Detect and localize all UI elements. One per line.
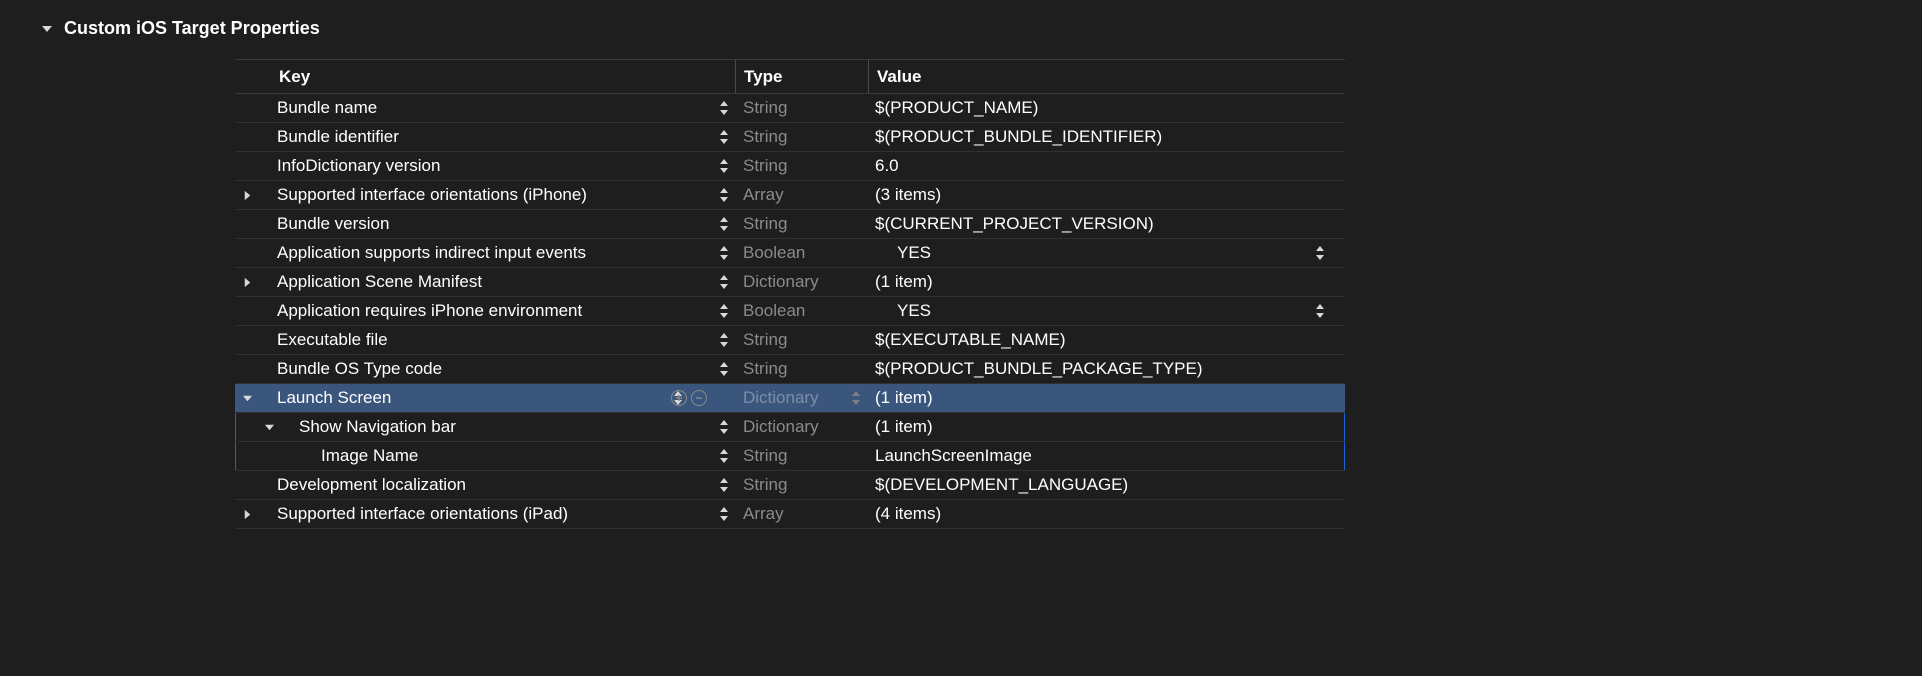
- stepper-icon[interactable]: [719, 101, 729, 115]
- plist-value[interactable]: LaunchScreenImage: [875, 446, 1032, 466]
- plist-type[interactable]: Boolean: [743, 301, 805, 321]
- stepper-icon[interactable]: [719, 188, 729, 202]
- chevron-down-icon: [40, 22, 54, 36]
- plist-key[interactable]: Supported interface orientations (iPhone…: [277, 185, 587, 205]
- stepper-icon[interactable]: [719, 478, 729, 492]
- plist-type[interactable]: String: [743, 98, 787, 118]
- chevron-right-icon[interactable]: [235, 277, 259, 288]
- table-header-row: Key Type Value: [235, 60, 1345, 94]
- plist-value[interactable]: $(CURRENT_PROJECT_VERSION): [875, 214, 1154, 234]
- plist-key[interactable]: Application supports indirect input even…: [277, 243, 586, 263]
- table-row[interactable]: Development localization String $(DEVELOPM…: [235, 471, 1345, 500]
- add-button[interactable]: +: [671, 390, 687, 406]
- table-row[interactable]: Application Scene Manifest Dictionary (1 i…: [235, 268, 1345, 297]
- plist-value[interactable]: 6.0: [875, 156, 899, 176]
- plist-value[interactable]: $(EXECUTABLE_NAME): [875, 330, 1066, 350]
- plist-type[interactable]: Dictionary: [743, 272, 819, 292]
- chevron-right-icon[interactable]: [235, 509, 259, 520]
- plist-type[interactable]: Boolean: [743, 243, 805, 263]
- stepper-icon[interactable]: [719, 275, 729, 289]
- stepper-icon[interactable]: [719, 333, 729, 347]
- plist-key[interactable]: Launch Screen: [277, 388, 391, 408]
- table-row[interactable]: Bundle version String $(CURRENT_PROJECT_VE…: [235, 210, 1345, 239]
- plist-value[interactable]: $(DEVELOPMENT_LANGUAGE): [875, 475, 1128, 495]
- plist-type[interactable]: Array: [743, 185, 784, 205]
- plist-key[interactable]: Executable file: [277, 330, 388, 350]
- plist-type[interactable]: String: [743, 127, 787, 147]
- table-row[interactable]: Supported interface orientations (iPad) A…: [235, 500, 1345, 529]
- plist-value[interactable]: $(PRODUCT_BUNDLE_PACKAGE_TYPE): [875, 359, 1203, 379]
- stepper-icon[interactable]: [719, 420, 729, 434]
- plist-type[interactable]: String: [743, 475, 787, 495]
- stepper-icon[interactable]: [719, 507, 729, 521]
- stepper-icon[interactable]: [719, 217, 729, 231]
- plist-type[interactable]: Array: [743, 504, 784, 524]
- table-row[interactable]: Launch Screen +− Dictionary (1 item): [235, 384, 1345, 413]
- plist-type[interactable]: String: [743, 446, 787, 466]
- plist-key[interactable]: Application requires iPhone environment: [277, 301, 582, 321]
- table-row[interactable]: Application requires iPhone environment B…: [235, 297, 1345, 326]
- stepper-icon[interactable]: [719, 246, 729, 260]
- plist-value[interactable]: $(PRODUCT_BUNDLE_IDENTIFIER): [875, 127, 1162, 147]
- plist-value[interactable]: (1 item): [875, 272, 933, 292]
- section-title: Custom iOS Target Properties: [64, 18, 320, 39]
- table-row[interactable]: Executable file String $(EXECUTABLE_NAME): [235, 326, 1345, 355]
- table-row[interactable]: Show Navigation bar Dictionary (1 item): [235, 413, 1345, 442]
- plist-value[interactable]: $(PRODUCT_NAME): [875, 98, 1038, 118]
- chevron-down-icon[interactable]: [235, 393, 259, 404]
- column-header-value[interactable]: Value: [869, 67, 1345, 87]
- plist-type[interactable]: String: [743, 214, 787, 234]
- plist-key[interactable]: Development localization: [277, 475, 466, 495]
- plist-key[interactable]: Bundle identifier: [277, 127, 399, 147]
- stepper-icon[interactable]: [851, 391, 861, 405]
- plist-value[interactable]: (1 item): [875, 388, 933, 408]
- plist-type[interactable]: Dictionary: [743, 388, 819, 408]
- table-row[interactable]: Application supports indirect input even…: [235, 239, 1345, 268]
- chevron-down-icon[interactable]: [257, 422, 281, 433]
- section-header[interactable]: Custom iOS Target Properties: [40, 18, 1922, 39]
- plist-value[interactable]: (4 items): [875, 504, 941, 524]
- plist-value[interactable]: YES: [897, 243, 931, 263]
- plist-type[interactable]: String: [743, 359, 787, 379]
- selected-row-group: Launch Screen+−Dictionary(1 item)Show Na…: [235, 384, 1345, 471]
- stepper-icon[interactable]: [719, 362, 729, 376]
- stepper-icon[interactable]: [719, 304, 729, 318]
- plist-key[interactable]: InfoDictionary version: [277, 156, 440, 176]
- column-header-key[interactable]: Key: [235, 67, 735, 87]
- stepper-icon[interactable]: [719, 130, 729, 144]
- plist-type[interactable]: String: [743, 156, 787, 176]
- column-header-type[interactable]: Type: [736, 67, 868, 87]
- plist-type[interactable]: String: [743, 330, 787, 350]
- stepper-icon[interactable]: [719, 449, 729, 463]
- plist-value[interactable]: (3 items): [875, 185, 941, 205]
- table-row[interactable]: Bundle identifier String $(PRODUCT_BUNDLE_…: [235, 123, 1345, 152]
- table-row[interactable]: Image Name String LaunchScreenImage: [235, 442, 1345, 471]
- plist-key[interactable]: Application Scene Manifest: [277, 272, 482, 292]
- chevron-right-icon[interactable]: [235, 190, 259, 201]
- plist-key[interactable]: Bundle version: [277, 214, 389, 234]
- table-row[interactable]: Bundle OS Type code String $(PRODUCT_BUNDL…: [235, 355, 1345, 384]
- plist-key[interactable]: Bundle OS Type code: [277, 359, 442, 379]
- table-row[interactable]: InfoDictionary version String 6.0: [235, 152, 1345, 181]
- plist-key[interactable]: Bundle name: [277, 98, 377, 118]
- plist-key[interactable]: Image Name: [321, 446, 418, 466]
- plist-value[interactable]: YES: [897, 301, 931, 321]
- table-row[interactable]: Bundle name String $(PRODUCT_NAME): [235, 94, 1345, 123]
- plist-value[interactable]: (1 item): [875, 417, 933, 437]
- remove-button[interactable]: −: [691, 390, 707, 406]
- plist-type[interactable]: Dictionary: [743, 417, 819, 437]
- plist-key[interactable]: Supported interface orientations (iPad): [277, 504, 568, 524]
- stepper-icon[interactable]: [719, 159, 729, 173]
- plist-key[interactable]: Show Navigation bar: [299, 417, 456, 437]
- table-row[interactable]: Supported interface orientations (iPhone…: [235, 181, 1345, 210]
- plist-table: Key Type Value Bundle name String $(PRODUC…: [235, 59, 1345, 529]
- stepper-icon[interactable]: [1315, 304, 1325, 318]
- stepper-icon[interactable]: [1315, 246, 1325, 260]
